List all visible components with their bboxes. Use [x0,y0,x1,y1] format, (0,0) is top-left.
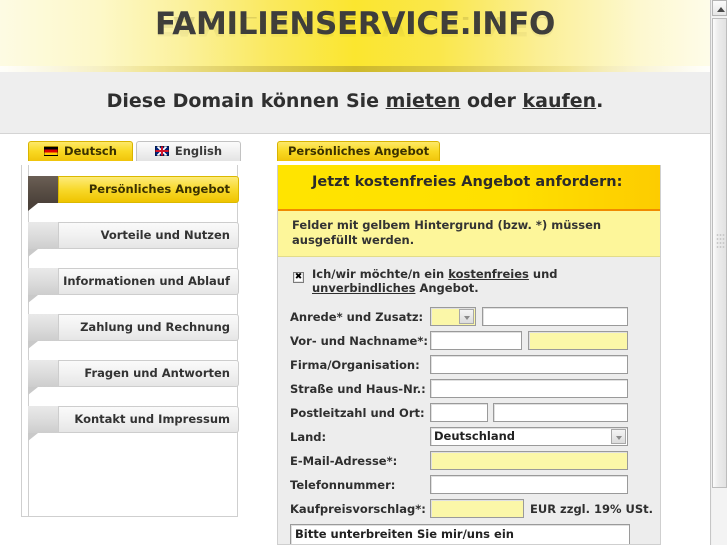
page-content: FAMILIENSERVICE.INFO FAMILIENSERVICE.INF… [0,0,710,545]
nachname-input[interactable] [528,331,628,350]
plz-input[interactable] [430,403,488,422]
scrollbar-thumb[interactable] [712,18,727,488]
arrow-tail-icon [28,295,38,303]
form-row-name: Vor- und Nachname*: [290,331,648,352]
label-firma: Firma/Organisation: [290,358,420,372]
sidebar-item-label: Vorteile und Nutzen [58,222,239,249]
sidebar-item-persoenliches-angebot[interactable]: Persönliches Angebot [28,176,239,211]
tagline-middle: oder [460,90,523,112]
sidebar-item-label: Persönliches Angebot [58,176,239,203]
label-anrede: Anrede* und Zusatz: [290,310,424,324]
anrede-select[interactable] [430,307,476,326]
telefon-input[interactable] [430,475,628,494]
kaufpreis-suffix: EUR zzgl. 19% USt. [530,502,654,516]
kaufpreis-input[interactable] [430,499,524,518]
scroll-up-button[interactable] [712,0,727,16]
consent-link-unverbindliches[interactable]: unverbindliches [312,281,415,295]
flag-uk-icon [154,146,169,156]
form-row-strasse: Straße und Haus-Nr.: [290,379,648,400]
arrow-up-icon [717,7,725,12]
browser-viewport: FAMILIENSERVICE.INFO FAMILIENSERVICE.INF… [0,0,727,545]
label-plz-ort: Postleitzahl und Ort: [290,406,425,420]
sidebar-nav: Persönliches Angebot Vorteile und Nutzen… [21,165,239,517]
label-telefon: Telefonnummer: [290,478,396,492]
form-row-email: E-Mail-Adresse*: [290,451,648,472]
arrow-tail-icon [28,249,38,257]
message-textarea[interactable]: Bitte unterbreiten Sie mir/uns ein Miet-… [290,524,630,544]
chevron-down-icon [611,429,626,444]
consent-text-middle: und [528,267,558,281]
tagline-suffix: . [596,90,604,112]
consent-checkbox[interactable]: ✖ [293,272,304,283]
form-row-plz-ort: Postleitzahl und Ort: [290,403,648,424]
vorname-input[interactable] [430,331,522,350]
strasse-input[interactable] [430,379,628,398]
consent-row: ✖ Ich/wir möchte/n ein kostenfreies und u… [290,267,648,295]
land-value: Deutschland [434,429,515,443]
tab-language-deutsch[interactable]: Deutsch [28,141,133,161]
vertical-scrollbar[interactable] [710,0,727,545]
tagline-prefix: Diese Domain können Sie [106,90,386,112]
tab-deutsch-label: Deutsch [64,144,117,158]
form-heading: Jetzt kostenfreies Angebot anfordern: [278,165,660,211]
page-title: Diese Domain können Sie mieten oder kauf… [0,90,710,112]
label-name: Vor- und Nachname*: [290,334,428,348]
scrollbar-grip-icon [716,233,725,249]
land-select[interactable]: Deutschland [430,427,628,446]
tagline-link-mieten[interactable]: mieten [386,90,461,112]
label-land: Land: [290,430,327,444]
label-kaufpreis: Kaufpreisvorschlag*: [290,502,426,516]
ort-input[interactable] [493,403,628,422]
site-banner: FAMILIENSERVICE.INFO FAMILIENSERVICE.INF… [0,0,710,72]
zusatz-input[interactable] [482,307,628,326]
consent-link-kostenfreies[interactable]: kostenfreies [448,267,529,281]
tab-english-label: English [174,144,223,158]
flag-de-icon [44,146,59,156]
sidebar-item-label: Informationen und Ablauf [58,268,239,295]
tab-bar: Deutsch English Persönliches Angebot [0,141,710,161]
tagline-link-kaufen[interactable]: kaufen [523,90,597,112]
arrow-tail-icon [28,433,38,441]
sidebar-item-kontakt-und-impressum[interactable]: Kontakt und Impressum [28,406,239,441]
sidebar-item-label: Fragen und Antworten [58,360,239,387]
sidebar-item-label: Zahlung und Rechnung [58,314,239,341]
email-field[interactable] [430,451,628,470]
firma-input[interactable] [430,355,628,374]
arrow-tail-icon [28,203,38,211]
form-row-anrede: Anrede* und Zusatz: [290,307,648,328]
form-body: ✖ Ich/wir möchte/n ein kostenfreies und u… [278,257,660,544]
sidebar-item-fragen-und-antworten[interactable]: Fragen und Antworten [28,360,239,395]
label-strasse: Straße und Haus-Nr.: [290,382,426,396]
form-row-telefon: Telefonnummer: [290,475,648,496]
consent-text-after: Angebot. [415,281,479,295]
sidebar-item-informationen-und-ablauf[interactable]: Informationen und Ablauf [28,268,239,303]
tab-persoenliches-angebot[interactable]: Persönliches Angebot [277,141,441,161]
offer-form-panel: Jetzt kostenfreies Angebot anfordern: Fe… [277,165,661,545]
label-email: E-Mail-Adresse*: [290,454,398,468]
consent-text-before: Ich/wir möchte/n ein [312,267,449,281]
chevron-down-icon [459,309,474,324]
tab-language-english[interactable]: English [136,141,241,161]
arrow-tail-icon [28,387,38,395]
banner-inner: FAMILIENSERVICE.INFO FAMILIENSERVICE.INF… [0,0,710,72]
tagline-strip: Diese Domain können Sie mieten oder kauf… [0,72,710,134]
sidebar-item-vorteile-und-nutzen[interactable]: Vorteile und Nutzen [28,222,239,257]
form-row-kaufpreis: Kaufpreisvorschlag*: EUR zzgl. 19% USt. [290,499,653,520]
content-area: Persönliches Angebot Vorteile und Nutzen… [0,161,710,545]
form-row-firma: Firma/Organisation: [290,355,648,376]
sidebar-item-label: Kontakt und Impressum [58,406,239,433]
arrow-tail-icon [28,341,38,349]
form-required-notice: Felder mit gelbem Hintergrund (bzw. *) m… [278,211,660,257]
form-row-land: Land: Deutschland [290,427,648,448]
site-logo-reflection: FAMILIENSERVICE.INFO [154,17,555,42]
sidebar-item-zahlung-und-rechnung[interactable]: Zahlung und Rechnung [28,314,239,349]
